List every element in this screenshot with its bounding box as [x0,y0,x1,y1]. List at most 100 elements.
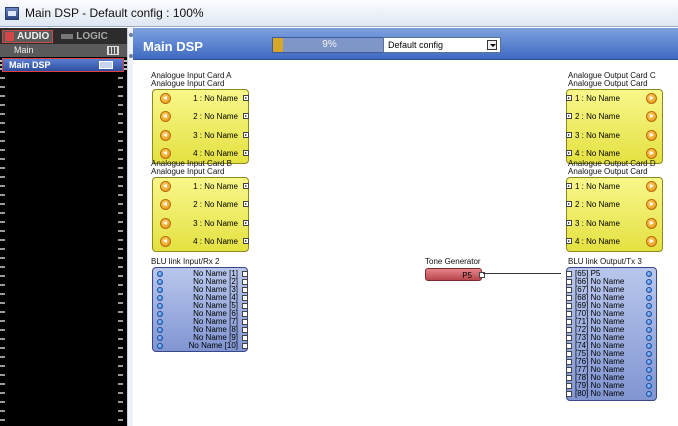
input-card-b[interactable]: 1 : No Name 2 : No Name 3 : No Name 4 : … [152,177,249,252]
cpu-usage-label: 9% [322,39,337,50]
port-row: 2 : No Name [153,196,249,213]
block-name: Tone Generator [425,257,481,266]
input-pin[interactable] [566,327,572,333]
mode-tabs: AUDIO LOGIC [0,28,127,44]
port-row: 2 : No Name [566,108,662,125]
config-select[interactable]: Default config [383,37,501,53]
sidebar-device-main-dsp[interactable]: Main DSP [2,58,124,72]
output-pin[interactable] [242,295,248,301]
output-pin[interactable] [242,303,248,309]
tab-audio[interactable]: AUDIO [2,29,54,43]
input-pin[interactable] [566,311,572,317]
input-pin[interactable] [566,391,572,397]
channel-icon [157,327,163,333]
output-pin[interactable] [242,335,248,341]
port-label: 4 : No Name [575,149,620,158]
sidebar: AUDIO LOGIC Main Main DSP [0,28,127,426]
channel-icon [646,279,652,285]
channel-icon [646,383,652,389]
input-arrow-icon [160,111,171,122]
port-row: [80] No Name [566,390,656,398]
output-pin[interactable] [242,271,248,277]
channel-icon [646,375,652,381]
input-pin[interactable] [566,220,572,226]
input-card-a[interactable]: 1 : No Name 2 : No Name 3 : No Name 4 : … [152,89,249,164]
window-title-bar: Main DSP - Default config : 100% [0,0,678,27]
port-label: No Name [10] [188,341,238,350]
chevron-down-icon[interactable] [487,40,497,50]
input-pin[interactable] [566,383,572,389]
output-pin[interactable] [243,220,249,226]
channel-icon [646,335,652,341]
input-pin[interactable] [566,150,572,156]
wire-connection[interactable] [483,273,561,274]
channel-icon [646,343,652,349]
block-type: Analogue Output Card [568,167,648,176]
input-pin[interactable] [566,367,572,373]
output-pin[interactable] [242,311,248,317]
tab-audio-label: AUDIO [17,30,50,42]
input-pin[interactable] [566,238,572,244]
dsp-canvas[interactable]: Analogue Input Card A Analogue Input Car… [133,61,678,426]
port-row: 2 : No Name [153,108,249,125]
output-pin[interactable] [243,201,249,207]
channel-icon [646,295,652,301]
channel-icon [646,271,652,277]
tab-logic[interactable]: LOGIC [59,30,111,43]
port-row: 3 : No Name [153,215,249,232]
sidebar-item-main[interactable]: Main [0,44,127,57]
output-arrow-icon [646,130,657,141]
output-pin[interactable] [242,279,248,285]
input-arrow-icon [160,148,171,159]
output-pin[interactable] [243,238,249,244]
port-row: 4 : No Name [153,233,249,250]
port-row: 4 : No Name [566,233,662,250]
input-pin[interactable] [566,359,572,365]
blu-link-input[interactable]: No Name [1] No Name [2] No Name [3] No N… [152,267,248,352]
input-pin[interactable] [566,351,572,357]
output-card-c[interactable]: 1 : No Name 2 : No Name 3 : No Name 4 : … [566,89,663,164]
output-pin[interactable] [242,319,248,325]
input-arrow-icon [160,199,171,210]
input-pin[interactable] [566,113,572,119]
port-label: 1 : No Name [193,182,238,191]
input-arrow-icon [160,130,171,141]
input-pin[interactable] [566,279,572,285]
input-pin[interactable] [566,295,572,301]
channel-icon [157,287,163,293]
channel-icon [646,367,652,373]
output-pin[interactable] [242,287,248,293]
output-pin[interactable] [242,327,248,333]
output-pin[interactable] [243,183,249,189]
input-pin[interactable] [566,183,572,189]
input-pin[interactable] [566,303,572,309]
tone-generator[interactable]: P5 [425,268,485,281]
output-pin[interactable] [243,132,249,138]
audio-icon [5,31,14,41]
input-pin[interactable] [566,271,572,277]
input-pin[interactable] [566,132,572,138]
port-row: 1 : No Name [153,90,249,107]
output-pin[interactable] [243,95,249,101]
app-icon [5,6,19,20]
channel-icon [646,287,652,293]
channel-icon [157,271,163,277]
input-pin[interactable] [566,335,572,341]
input-pin[interactable] [566,201,572,207]
channel-icon [157,343,163,349]
blu-link-output[interactable]: [65] P5 [66] No Name [67] No Name [68] N… [566,267,657,401]
port-label: 3 : No Name [193,219,238,228]
channel-icon [157,311,163,317]
output-pin[interactable] [243,150,249,156]
output-pin[interactable] [242,343,248,349]
channel-icon [157,319,163,325]
block-type: Analogue Input Card [151,79,225,88]
input-pin[interactable] [566,95,572,101]
input-pin[interactable] [566,343,572,349]
output-card-d[interactable]: 1 : No Name 2 : No Name 3 : No Name 4 : … [566,177,663,252]
dsp-header: Main DSP 9% Default config [133,28,678,60]
input-pin[interactable] [566,287,572,293]
input-pin[interactable] [566,319,572,325]
input-pin[interactable] [566,375,572,381]
output-pin[interactable] [243,113,249,119]
